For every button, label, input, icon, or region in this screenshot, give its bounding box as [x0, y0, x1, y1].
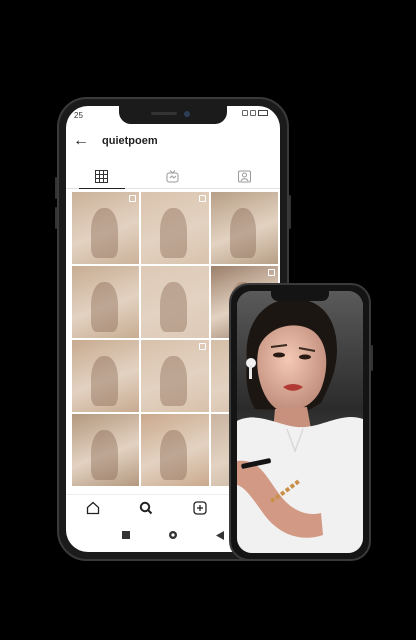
- phone-notch-front: [271, 291, 329, 301]
- phone-front: [229, 283, 373, 561]
- post-thumbnail[interactable]: [72, 340, 140, 412]
- multi-post-icon: [268, 269, 275, 276]
- post-thumbnail[interactable]: [72, 266, 140, 338]
- power-button: [289, 195, 291, 229]
- profile-tabs: [66, 164, 280, 189]
- tab-igtv[interactable]: [137, 164, 208, 188]
- post-thumbnail[interactable]: [210, 192, 278, 264]
- post-thumbnail[interactable]: [141, 192, 209, 264]
- grid-icon: [95, 169, 109, 183]
- volume-button: [55, 177, 57, 199]
- recents-icon[interactable]: [122, 531, 130, 539]
- home-icon[interactable]: [86, 501, 100, 515]
- multi-post-icon: [198, 343, 206, 350]
- tab-tagged[interactable]: [209, 164, 280, 188]
- status-icons: [242, 110, 268, 116]
- igtv-icon: [166, 169, 179, 182]
- add-icon[interactable]: [193, 501, 207, 515]
- volume-button-2: [55, 207, 57, 229]
- post-thumbnail[interactable]: [141, 414, 209, 486]
- status-time: 25: [74, 111, 83, 120]
- post-thumbnail[interactable]: [141, 340, 209, 412]
- selfie-portrait: [237, 291, 363, 553]
- tagged-icon: [237, 170, 251, 182]
- post-thumbnail[interactable]: [72, 192, 140, 264]
- tab-grid[interactable]: [66, 164, 137, 189]
- back-triangle-icon[interactable]: [216, 530, 224, 540]
- search-icon[interactable]: [139, 501, 153, 515]
- post-thumbnail[interactable]: [141, 266, 209, 338]
- phone-notch: [119, 106, 227, 124]
- profile-header: ← quietpoem: [66, 128, 280, 156]
- back-arrow-icon[interactable]: ←: [73, 132, 89, 150]
- home-circle-icon[interactable]: [168, 530, 178, 540]
- multi-post-icon: [198, 195, 206, 202]
- power-button-front: [371, 345, 373, 371]
- profile-username: quietpoem: [102, 135, 158, 147]
- post-thumbnail[interactable]: [72, 414, 140, 486]
- selfie-photo: [237, 291, 363, 553]
- multi-post-icon: [129, 195, 137, 202]
